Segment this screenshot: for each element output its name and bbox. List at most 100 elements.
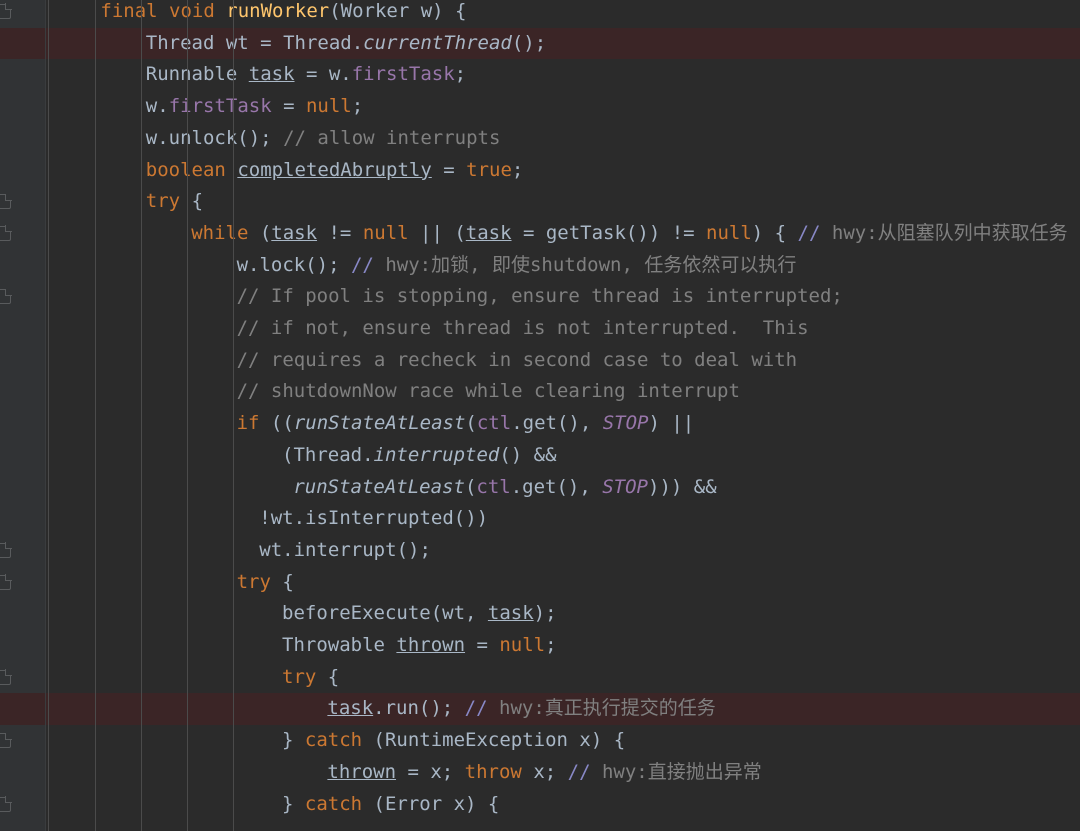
code-line[interactable]: w.unlock(); // allow interrupts [0, 123, 1080, 155]
token-txt: ; [351, 95, 364, 118]
token-txt: Thread wt = Thread. [145, 31, 364, 54]
indent-guide-3 [187, 0, 188, 831]
token-cst: STOP [602, 412, 649, 435]
code-line[interactable]: // shutdownNow race while clearing inter… [0, 376, 1080, 408]
code-line[interactable]: !wt.isInterrupted()) [0, 503, 1080, 535]
token-txt: = [271, 95, 306, 118]
code-line[interactable]: try { [0, 662, 1080, 694]
indent-guide-2 [141, 0, 142, 831]
token-cmt: // If pool is stopping, ensure thread is… [236, 285, 843, 308]
token-txt: (); [511, 31, 547, 54]
code-line[interactable] [0, 820, 1080, 831]
code-line[interactable]: boolean completedAbruptly = true; [0, 155, 1080, 187]
code-line[interactable]: w.lock(); // hwy:加锁, 即使shutdown, 任务依然可以执… [0, 250, 1080, 282]
code-line-text: Throwable thrown = null; [282, 630, 557, 662]
code-line[interactable]: try { [0, 186, 1080, 218]
token-txt: .get(), [511, 412, 603, 435]
token-uf: task [487, 602, 534, 625]
indent-guide-1 [95, 0, 96, 831]
code-line[interactable]: (Thread.interrupted() && [0, 440, 1080, 472]
token-uf: task [271, 221, 318, 244]
code-line[interactable]: // requires a recheck in second case to … [0, 345, 1080, 377]
code-line[interactable]: final void runWorker(Worker w) { [0, 0, 1080, 28]
code-line[interactable]: // if not, ensure thread is not interrup… [0, 313, 1080, 345]
token-uf: task [248, 63, 295, 86]
code-line[interactable]: try { [0, 567, 1080, 599]
token-txt: } [282, 729, 305, 752]
code-content-area[interactable]: final void runWorker(Worker w) {Thread w… [0, 0, 1080, 831]
token-kw: try [236, 570, 271, 593]
token-cmt: // requires a recheck in second case to … [236, 348, 798, 371]
code-line[interactable]: if ((runStateAtLeast(ctl.get(), STOP) || [0, 408, 1080, 440]
token-txt: ( [248, 221, 272, 244]
token-txt: Throwable [282, 634, 397, 656]
token-txt: () && [499, 443, 557, 466]
token-txt: ) { [751, 221, 798, 244]
code-line-text: w.unlock(); // allow interrupts [146, 123, 501, 155]
code-line-text: thrown = x; throw x; // hwy:直接抛出异常 [327, 757, 761, 789]
code-line[interactable]: w.firstTask = null; [0, 91, 1080, 123]
code-line-text: // If pool is stopping, ensure thread is… [237, 281, 843, 313]
code-line-text: w.firstTask = null; [146, 91, 363, 123]
token-txt: { [316, 665, 340, 688]
token-txt: (( [259, 412, 294, 435]
token-stat: runStateAtLeast [293, 412, 466, 435]
token-txt: ; [545, 634, 557, 656]
token-txt: ( [464, 475, 477, 498]
token-txt: ))) && [648, 475, 717, 498]
token-txt: = [431, 158, 467, 181]
code-line[interactable]: task.run(); // hwy:真正执行提交的任务 [0, 693, 1080, 726]
code-line[interactable]: } catch (RuntimeException x) { [0, 725, 1080, 757]
code-line[interactable]: runStateAtLeast(ctl.get(), STOP))) && [0, 472, 1080, 504]
token-txt: != [317, 221, 363, 244]
token-txt: .run(); [373, 697, 465, 720]
token-uf: thrown [396, 634, 466, 656]
code-line[interactable]: Runnable task = w.firstTask; [0, 59, 1080, 91]
code-line-text: while (task != null || (task = getTask()… [191, 218, 1067, 250]
token-txt: } [282, 792, 305, 815]
token-kw: while [191, 221, 249, 244]
code-line-text: (Thread.interrupted() && [282, 440, 557, 472]
indent-guide-4 [233, 0, 234, 831]
code-line[interactable]: beforeExecute(wt, task); [0, 598, 1080, 630]
token-kw: catch [304, 729, 363, 752]
token-stat: currentThread [363, 31, 512, 54]
token-kw: true [466, 158, 512, 181]
token-uf: completedAbruptly [237, 158, 432, 181]
token-fld: firstTask [351, 63, 455, 86]
token-cmt: // shutdownNow race while clearing inter… [236, 380, 740, 403]
code-line[interactable]: } catch (Error x) { [0, 789, 1080, 821]
code-line-text: boolean completedAbruptly = true; [146, 155, 524, 187]
token-kw: void [169, 0, 215, 22]
code-line[interactable]: Throwable thrown = null; [0, 630, 1080, 662]
token-kw: try [282, 665, 317, 688]
code-line[interactable]: thrown = x; throw x; // hwy:直接抛出异常 [0, 757, 1080, 789]
token-txt: = getTask()) != [511, 221, 707, 244]
token-fld: firstTask [168, 95, 272, 118]
code-line-text: // if not, ensure thread is not interrup… [237, 313, 809, 345]
indent-guide-0 [48, 0, 49, 831]
code-line[interactable]: while (task != null || (task = getTask()… [0, 218, 1080, 250]
token-cst: STOP [602, 475, 648, 498]
token-txt: || ( [408, 221, 466, 244]
token-txt: ; [454, 63, 467, 86]
token-fld: ctl [476, 475, 511, 498]
code-line[interactable]: Thread wt = Thread.currentThread(); [0, 27, 1080, 60]
code-line[interactable]: wt.interrupt(); [0, 535, 1080, 567]
code-line-text: beforeExecute(wt, task); [282, 598, 557, 630]
token-kw: catch [304, 792, 363, 815]
token-kw: null [362, 221, 409, 244]
token-uf: thrown [327, 760, 397, 783]
code-line[interactable]: // If pool is stopping, ensure thread is… [0, 281, 1080, 313]
token-txt: w.unlock(); [145, 126, 284, 149]
token-txt: (Thread. [282, 443, 374, 466]
token-txt: w. [145, 95, 169, 118]
token-kw: final [100, 0, 158, 22]
code-line-text: final void runWorker(Worker w) { [100, 0, 466, 28]
token-cmt: hwy:加锁, 即使shutdown, 任务依然可以执行 [373, 253, 797, 276]
token-txt: ( [465, 412, 477, 435]
token-uf: task [327, 697, 374, 720]
